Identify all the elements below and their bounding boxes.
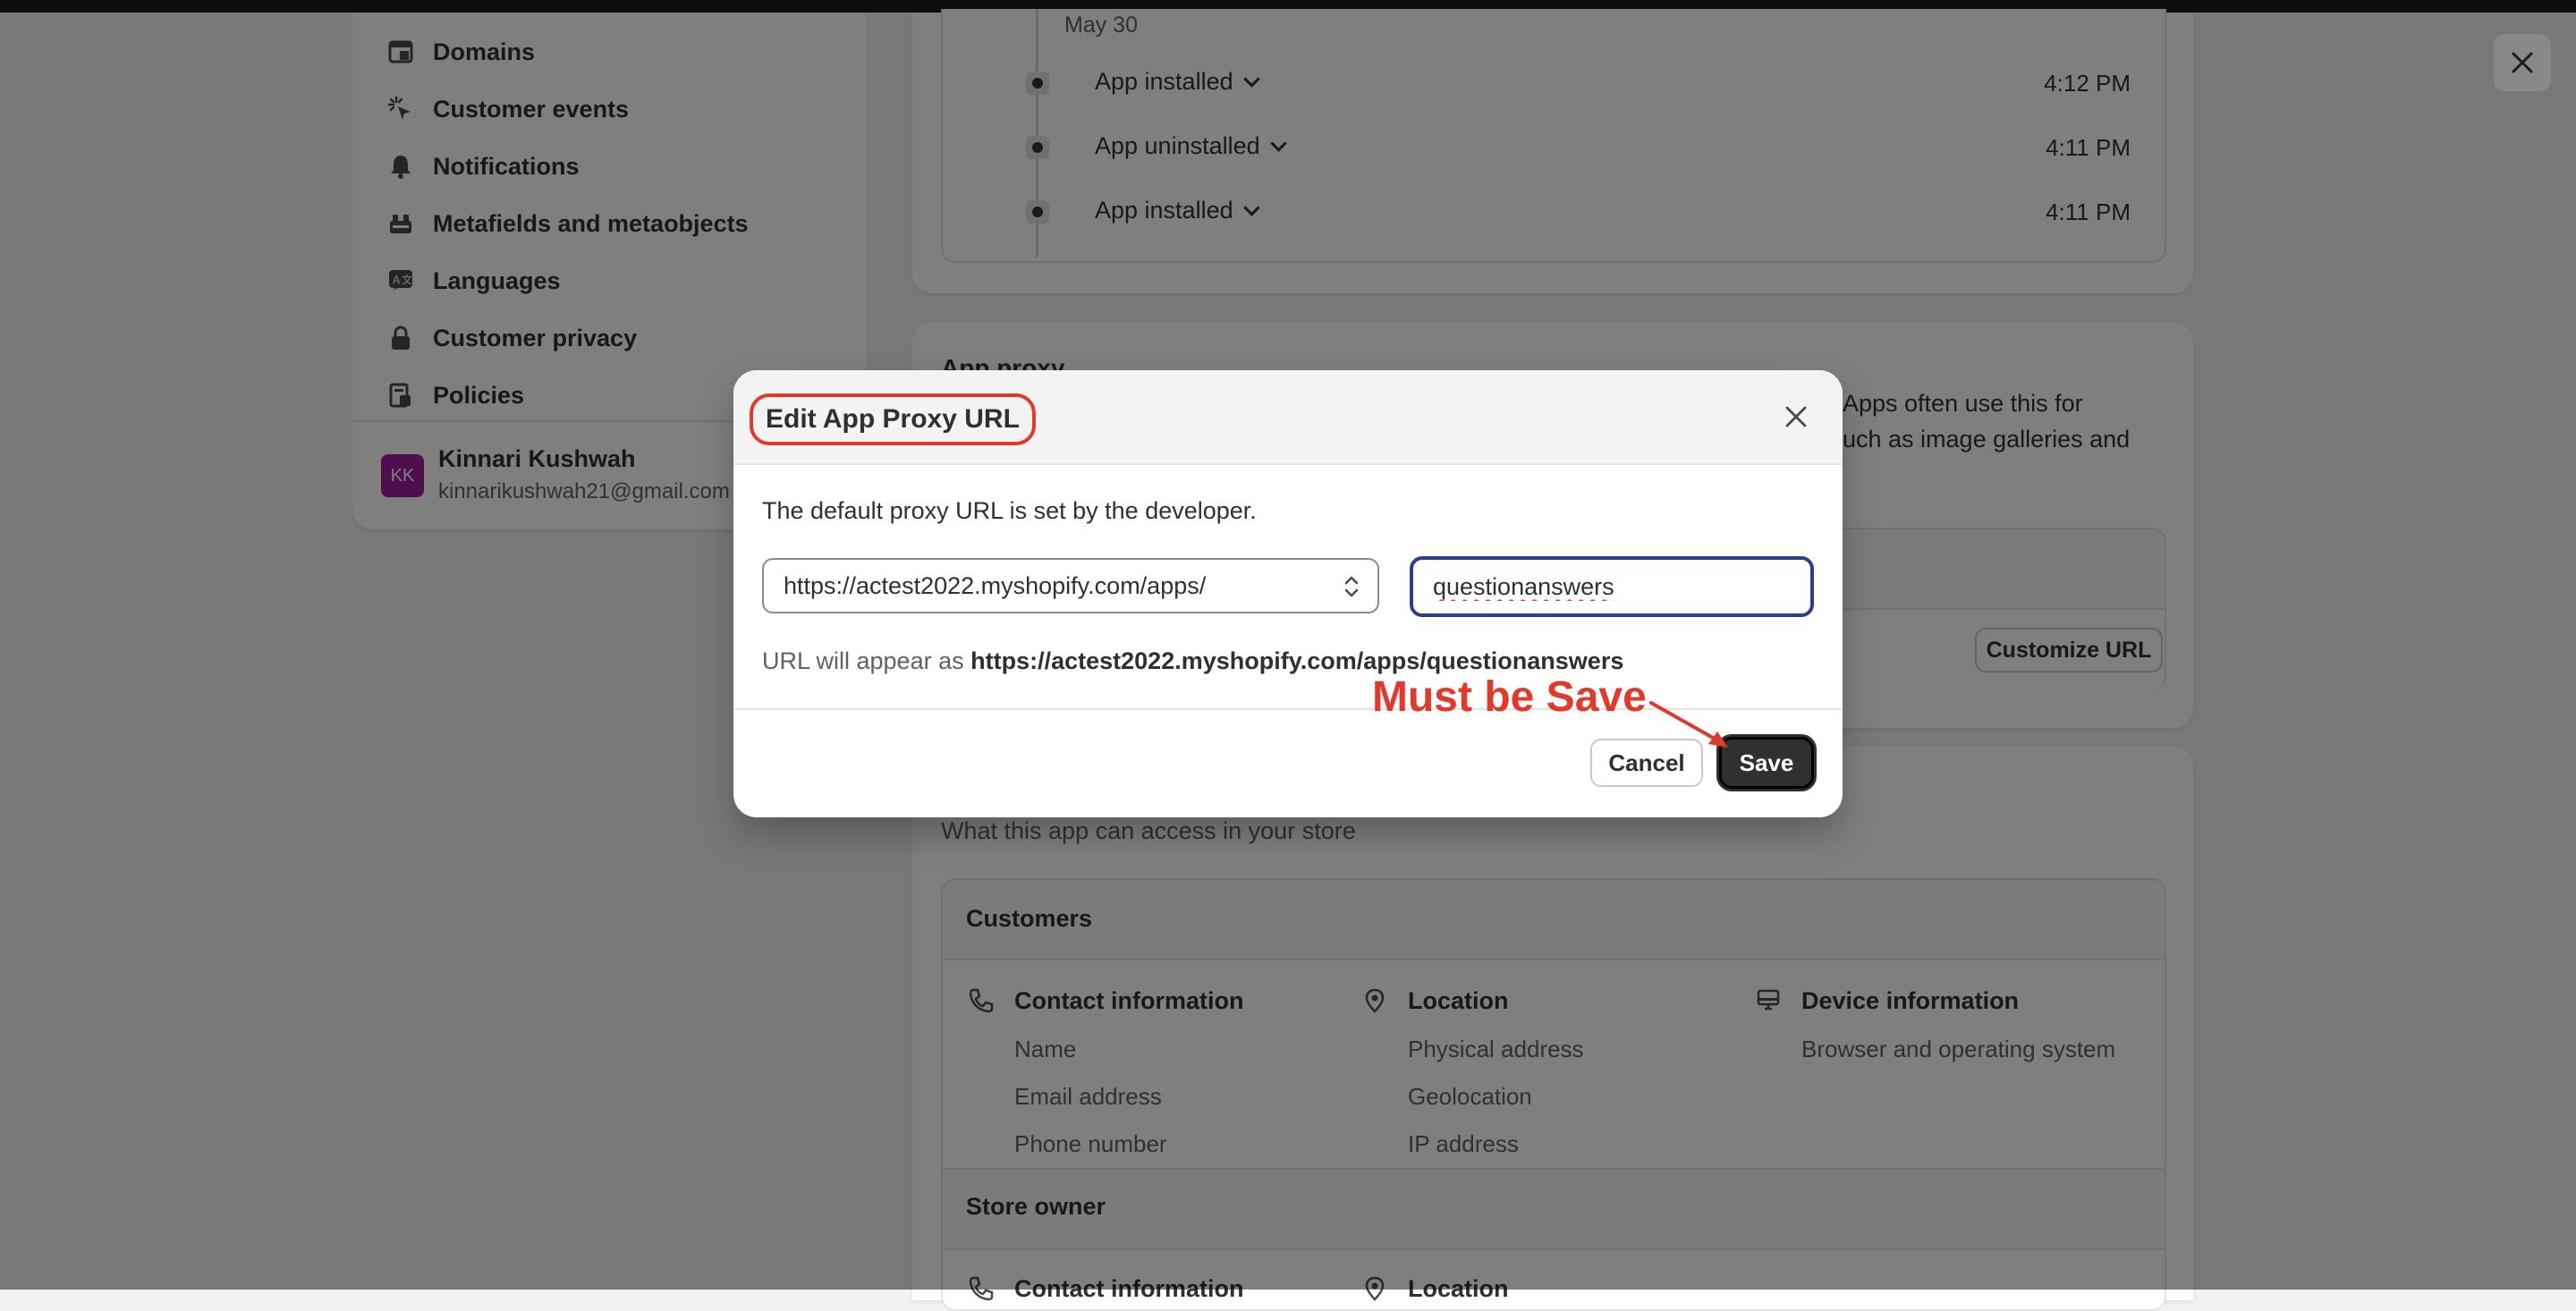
url-preview-prefix: URL will appear as — [762, 647, 964, 674]
url-preview: URL will appear as https://actest2022.my… — [762, 647, 1623, 675]
proxy-subpath-input[interactable] — [1413, 560, 1810, 613]
close-page-button[interactable] — [2494, 34, 2551, 91]
select-arrows-icon — [1344, 576, 1359, 597]
proxy-prefix-select[interactable]: https://actest2022.myshopify.com/apps/ — [762, 558, 1379, 613]
modal-description: The default proxy URL is set by the deve… — [762, 497, 1257, 524]
modal-close-button[interactable] — [1776, 397, 1816, 436]
url-preview-value: https://actest2022.myshopify.com/apps/qu… — [970, 647, 1624, 674]
annotation-arrow-icon — [1649, 701, 1728, 748]
select-value: https://actest2022.myshopify.com/apps/ — [784, 571, 1207, 599]
close-icon — [2512, 52, 2533, 73]
proxy-subpath-input-wrap — [1410, 556, 1814, 617]
modal-title: Edit App Proxy URL — [766, 404, 1020, 434]
modal-header: Edit App Proxy URL — [733, 370, 1843, 465]
annotation-text: Must be Save — [1372, 673, 1647, 721]
title-highlight: Edit App Proxy URL — [750, 393, 1036, 445]
close-icon — [1785, 406, 1807, 427]
